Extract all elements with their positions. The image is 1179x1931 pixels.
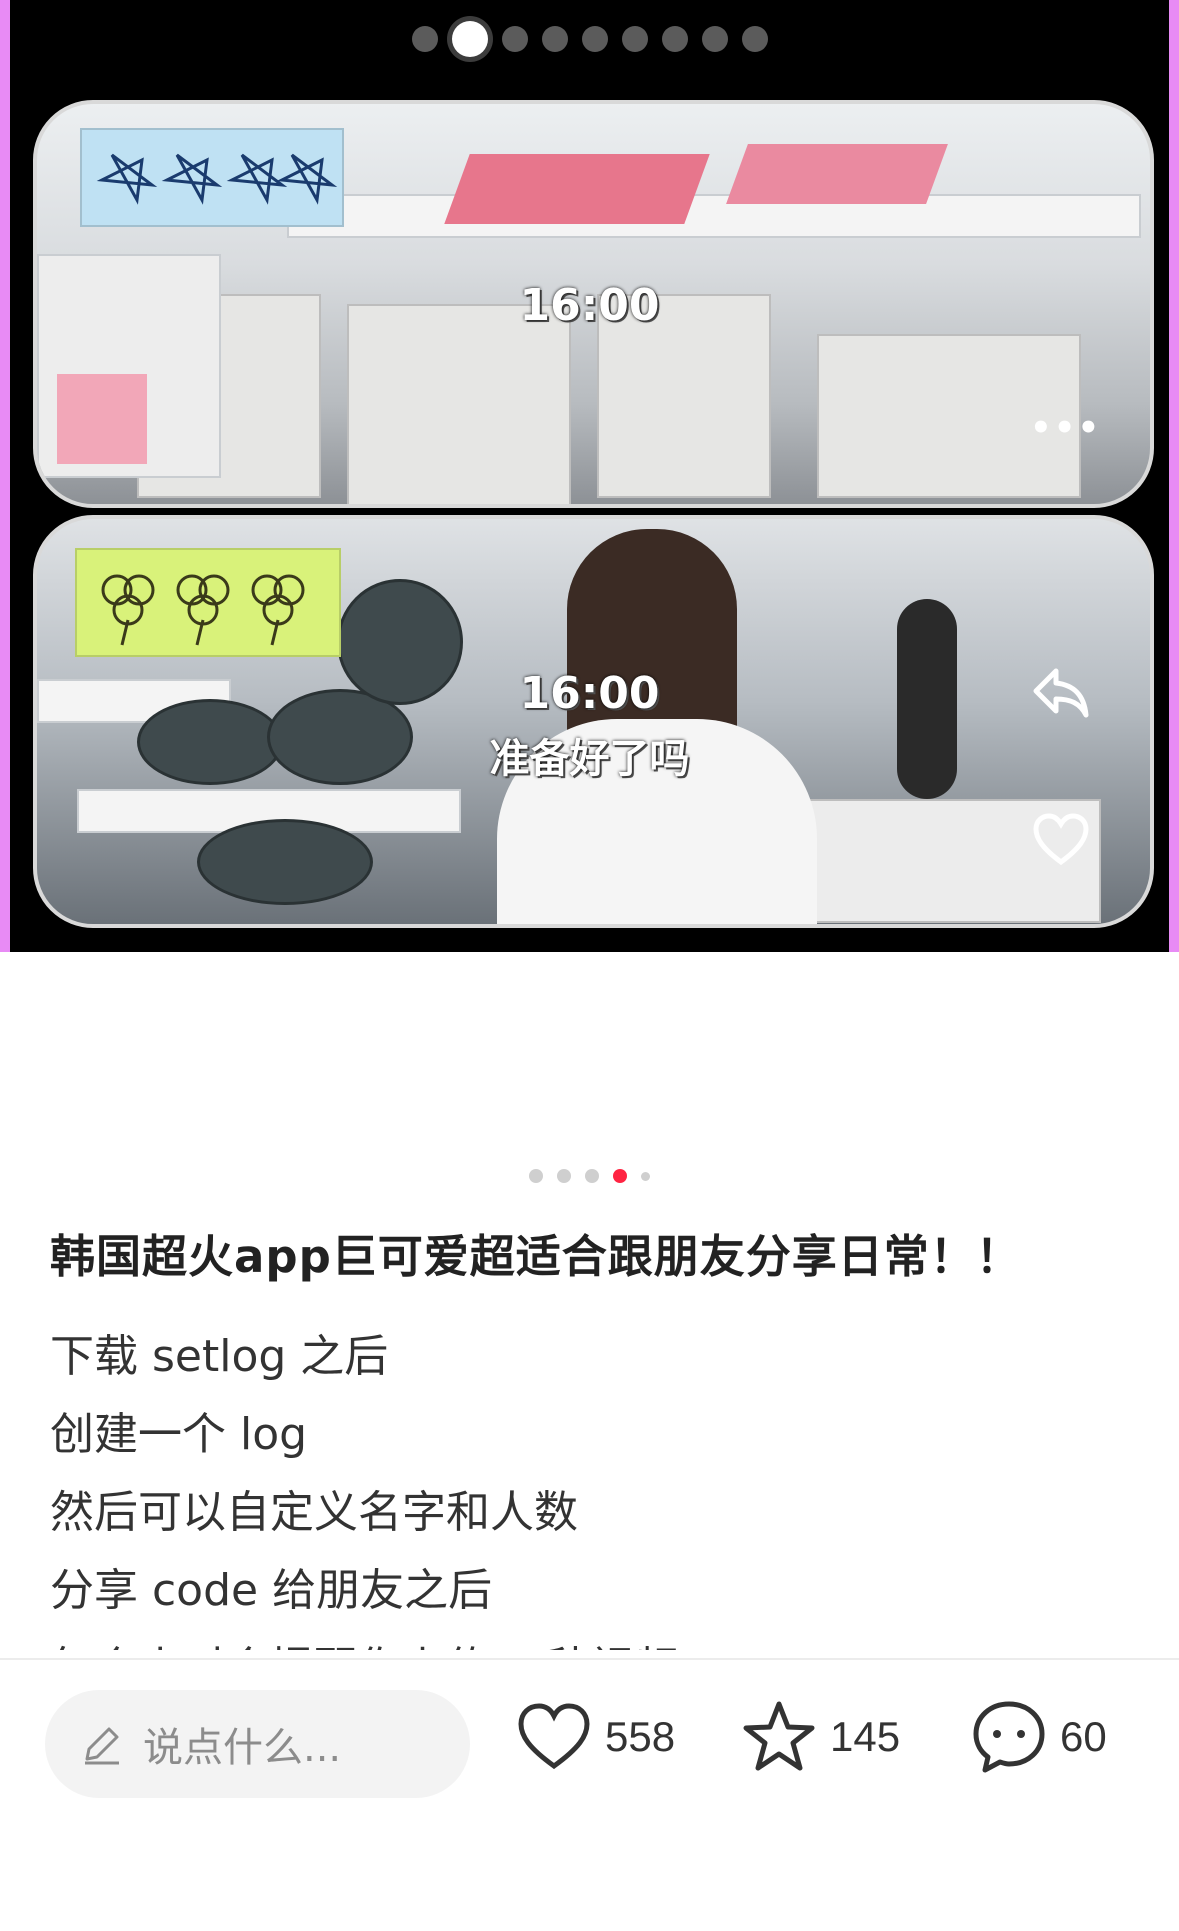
bowl — [197, 819, 373, 905]
heart-icon — [518, 1703, 590, 1770]
engagement-bar: 说点什么... 558 145 60 — [0, 1658, 1179, 1931]
story-dot — [661, 26, 688, 52]
post-body-line: 下载 setlog 之后 — [50, 1331, 389, 1382]
clip-1-timestamp: 16:00 — [519, 280, 660, 331]
star-sticker — [80, 128, 344, 227]
story-dot — [501, 26, 528, 52]
story-dot — [621, 26, 648, 52]
comment-input[interactable]: 说点什么... — [45, 1690, 470, 1798]
comment-placeholder: 说点什么... — [143, 1725, 342, 1771]
like-count: 558 — [605, 1713, 676, 1760]
post-body: 下载 setlog 之后 创建一个 log 然后可以自定义名字和人数 分享 co… — [50, 1318, 1140, 1650]
pager-dot — [641, 1171, 650, 1181]
carousel-pager — [0, 1169, 1179, 1183]
post-media[interactable]: 16:00 ••• 16:00 准备好了吗 — [0, 0, 1179, 952]
pink-product — [444, 154, 710, 224]
story-progress-dots — [0, 21, 1179, 57]
story-dot-active — [451, 21, 488, 57]
favorite-button[interactable]: 145 — [740, 1698, 900, 1776]
story-dot — [741, 26, 768, 52]
clover-sticker — [75, 548, 341, 657]
pager-dot — [585, 1169, 599, 1183]
favorite-count: 145 — [830, 1713, 901, 1760]
pink-product — [726, 144, 948, 204]
clip-2-caption: 准备好了吗 — [489, 736, 690, 782]
media-edge-left — [0, 0, 10, 952]
clip-2-timestamp: 16:00 — [519, 668, 660, 719]
story-dot — [411, 26, 438, 52]
story-dot — [541, 26, 568, 52]
comment-bubble-icon — [973, 1701, 1045, 1773]
comment-count: 60 — [1060, 1713, 1107, 1760]
story-dot — [701, 26, 728, 52]
clip-more-icon[interactable]: ••• — [1030, 408, 1101, 448]
post-body-line: 分享 code 给朋友之后 — [50, 1565, 493, 1616]
pencil-icon — [85, 1727, 119, 1765]
clip-heart-icon[interactable] — [1032, 812, 1090, 866]
post-body-line: 然后可以自定义名字和人数 — [50, 1487, 578, 1538]
pager-dot — [529, 1169, 543, 1183]
product-box — [347, 304, 571, 504]
pager-dot — [557, 1169, 571, 1183]
stars-doodle-icon — [96, 153, 338, 205]
post-title: 韩国超火app巨可爱超适合跟朋友分享日常！！ — [50, 1230, 1022, 1283]
reply-arrow-icon[interactable] — [1030, 665, 1090, 721]
pager-dot-active — [613, 1169, 627, 1183]
post-body-line: 每个小时会提醒你上传 2 秒视频 — [50, 1630, 1140, 1650]
comment-button[interactable]: 60 — [970, 1698, 1107, 1776]
pink-product — [57, 374, 147, 464]
clovers-doodle-icon — [101, 574, 305, 646]
like-button[interactable]: 558 — [515, 1698, 675, 1776]
media-edge-right — [1169, 0, 1179, 952]
star-icon — [743, 1701, 815, 1771]
shelf — [287, 194, 1141, 238]
story-dot — [581, 26, 608, 52]
post-body-line: 创建一个 log — [50, 1409, 308, 1460]
